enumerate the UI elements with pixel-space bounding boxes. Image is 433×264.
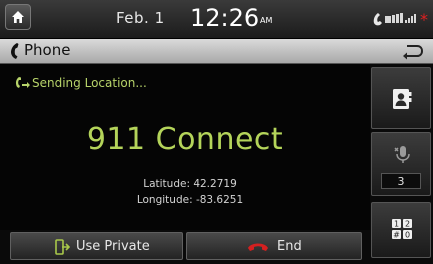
clock-time: 12:26 xyxy=(190,4,260,32)
call-title: 911 Connect xyxy=(86,122,284,157)
call-panel: Sending Location... 911 Connect Latitude… xyxy=(0,64,370,230)
handset-transfer-icon xyxy=(55,239,70,255)
use-private-label: Use Private xyxy=(76,239,150,254)
end-call-button[interactable]: End xyxy=(186,232,362,260)
end-label: End xyxy=(277,239,302,254)
latitude-text: Latitude: 42.2719 xyxy=(143,178,237,190)
mute-button[interactable]: 3 xyxy=(371,132,431,196)
clock-ampm: AM xyxy=(260,16,273,25)
page-title: Phone xyxy=(24,41,71,59)
title-bar: Phone xyxy=(0,39,433,64)
longitude-text: Longitude: -83.6251 xyxy=(136,194,244,206)
svg-text:#: # xyxy=(393,231,400,240)
status-bar: Feb. 1 12:26 AM * xyxy=(0,0,433,39)
use-private-button[interactable]: Use Private xyxy=(10,232,183,260)
svg-text:2: 2 xyxy=(405,220,410,229)
svg-text:1: 1 xyxy=(394,220,399,229)
status-icons: * xyxy=(373,11,428,27)
home-button[interactable] xyxy=(5,4,31,30)
mute-count-display: 3 xyxy=(381,173,421,189)
phone-screen: Feb. 1 12:26 AM * Phone Sending Location… xyxy=(0,0,433,264)
back-arrow-icon xyxy=(403,45,424,60)
date-text: Feb. 1 xyxy=(116,9,165,27)
contacts-icon xyxy=(393,89,412,109)
home-icon xyxy=(12,11,24,23)
sending-location-icon xyxy=(15,77,30,88)
sending-location-text: Sending Location... xyxy=(32,76,147,90)
phone-handset-icon xyxy=(11,43,19,59)
contacts-button[interactable] xyxy=(371,67,431,129)
bluetooth-battery-icon xyxy=(385,13,403,23)
microphone-mute-icon xyxy=(394,146,410,163)
phone-status-icon xyxy=(373,13,382,26)
keypad-icon: 1 2 # 0 xyxy=(392,219,412,240)
svg-text:0: 0 xyxy=(405,231,410,240)
signal-icon xyxy=(405,14,416,23)
emergency-asterisk-icon: * xyxy=(420,11,428,27)
end-call-icon xyxy=(248,243,268,251)
svg-text:*: * xyxy=(420,11,428,27)
keypad-button[interactable]: 1 2 # 0 xyxy=(371,202,431,258)
back-button[interactable] xyxy=(395,41,429,61)
